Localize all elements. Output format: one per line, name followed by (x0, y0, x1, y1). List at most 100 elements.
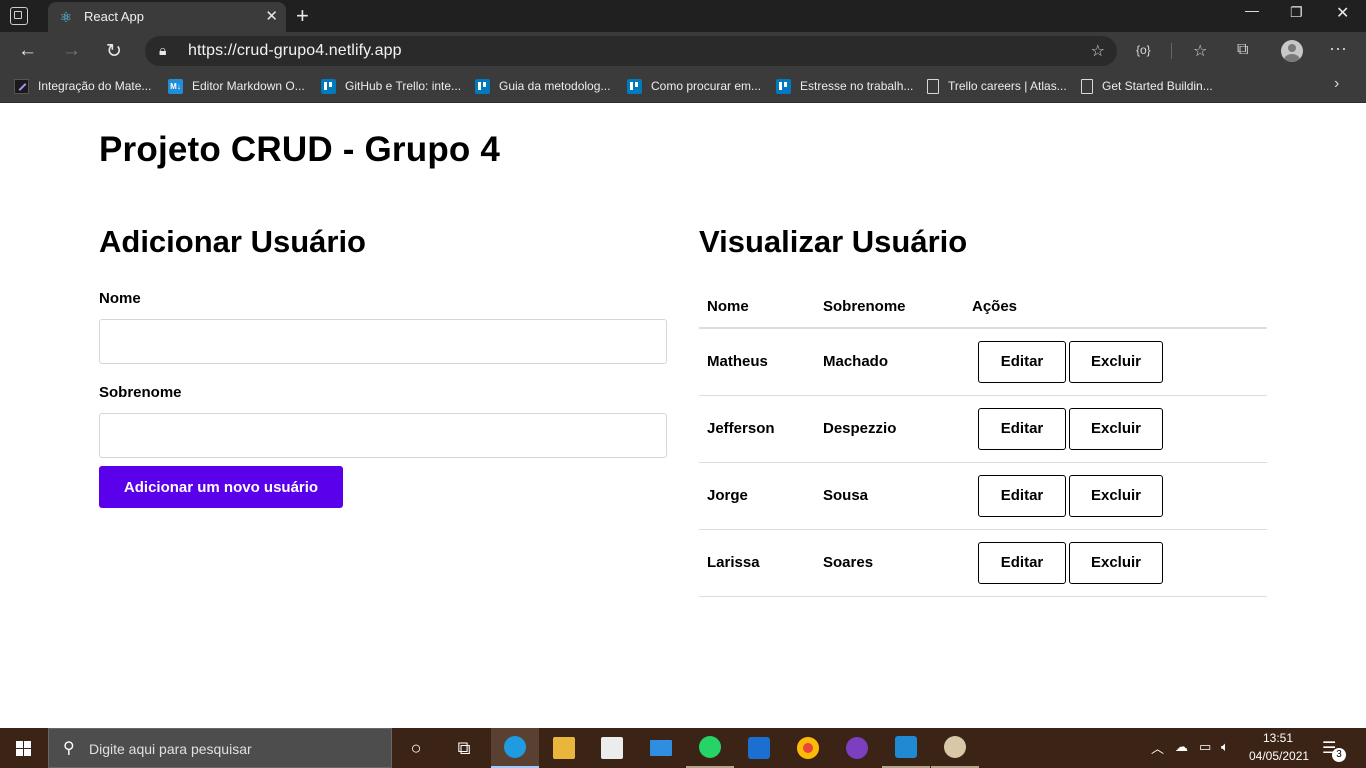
bookmark-label: Get Started Buildin... (1102, 79, 1213, 93)
nome-label: Nome (99, 290, 141, 307)
browser-titlebar: ⚛ React App ✕ + — ❐ ✕ (0, 0, 1366, 32)
tab-title: React App (84, 9, 144, 24)
extension-icon[interactable]: {o} (1136, 43, 1151, 57)
table-row: Larissa Soares Editar Excluir (699, 529, 1267, 597)
bookmark-label: GitHub e Trello: inte... (345, 79, 462, 93)
store-icon[interactable] (588, 728, 636, 768)
edge-icon[interactable] (491, 728, 539, 768)
page-icon (927, 78, 939, 94)
cell-nome: Matheus (699, 328, 815, 396)
network-icon[interactable]: ▭ (1199, 739, 1211, 755)
add-favorite-icon[interactable]: ☆ (1091, 41, 1105, 61)
edit-button[interactable]: Editar (978, 474, 1066, 517)
vscode-icon[interactable] (882, 728, 930, 768)
add-user-heading: Adicionar Usuário (99, 224, 366, 259)
tab-actions-icon[interactable] (10, 7, 28, 25)
clock-date[interactable]: 04/05/2021 (1249, 749, 1309, 763)
trello-icon (321, 78, 336, 94)
trello-icon (627, 78, 642, 94)
bookmark-label: Editor Markdown O... (192, 79, 305, 93)
windows-start-icon[interactable] (0, 728, 48, 768)
bookmark-item[interactable]: Trello careers | Atlas... (927, 76, 1067, 96)
sobrenome-label: Sobrenome (99, 384, 182, 401)
page-title: Projeto CRUD - Grupo 4 (99, 130, 501, 169)
cell-sobrenome: Sousa (815, 462, 964, 530)
add-user-button[interactable]: Adicionar um novo usuário (99, 466, 343, 508)
bookmark-item[interactable]: Estresse no trabalh... (776, 76, 913, 96)
video-editor-icon[interactable] (735, 728, 783, 768)
forward-arrow-icon[interactable]: → (62, 40, 81, 62)
github-desktop-icon[interactable] (833, 728, 881, 768)
delete-button[interactable]: Excluir (1069, 407, 1163, 450)
delete-button[interactable]: Excluir (1069, 340, 1163, 383)
column-header-nome: Nome (699, 286, 815, 329)
back-arrow-icon[interactable]: ← (18, 40, 37, 62)
address-bar[interactable]: 🔒︎ https://crud-grupo4.netlify.app ☆ (145, 36, 1117, 66)
bookmark-item[interactable]: Como procurar em... (627, 76, 761, 96)
column-header-sobrenome: Sobrenome (815, 286, 964, 329)
sobrenome-input[interactable] (99, 413, 667, 458)
page-icon (1081, 78, 1093, 94)
paint-icon[interactable] (931, 728, 979, 768)
cell-actions: Editar Excluir (964, 395, 1267, 463)
clock-time[interactable]: 13:51 (1263, 731, 1293, 745)
onedrive-icon[interactable]: ☁ (1175, 739, 1188, 755)
mate-icon (14, 78, 29, 94)
tab-close-icon[interactable]: ✕ (265, 7, 278, 25)
lock-icon[interactable]: 🔒︎ (159, 42, 166, 59)
restore-icon[interactable]: ❐ (1290, 4, 1303, 21)
delete-button[interactable]: Excluir (1069, 474, 1163, 517)
edit-button[interactable]: Editar (978, 407, 1066, 450)
bookmark-label: Como procurar em... (651, 79, 762, 93)
chevron-right-icon[interactable]: › (1334, 75, 1339, 93)
bookmark-label: Estresse no trabalh... (800, 79, 914, 93)
file-explorer-icon[interactable] (540, 728, 588, 768)
window-close-icon[interactable]: ✕ (1336, 3, 1349, 23)
more-options-icon[interactable]: ··· (1329, 38, 1347, 59)
react-favicon-icon: ⚛ (59, 9, 73, 25)
notification-count-badge: 3 (1332, 748, 1346, 762)
cell-actions: Editar Excluir (964, 328, 1267, 396)
tray-expand-icon[interactable]: ︿ (1151, 738, 1164, 757)
cell-sobrenome: Machado (815, 328, 964, 396)
users-table: Nome Sobrenome Ações Matheus Machado Edi… (699, 286, 1267, 597)
browser-toolbar: ← → ↻ 🔒︎ https://crud-grupo4.netlify.app… (0, 32, 1366, 70)
bookmark-item[interactable]: M↓ Editor Markdown O... (168, 76, 305, 96)
whatsapp-icon[interactable] (686, 728, 734, 768)
favorites-icon[interactable]: ☆ (1193, 41, 1207, 61)
taskbar: ⚲ Digite aqui para pesquisar ○ ⧉ ︿ ☁ ▭ 🔈… (0, 728, 1366, 768)
chrome-icon[interactable] (784, 728, 832, 768)
cortana-icon[interactable]: ○ (392, 728, 440, 768)
collections-icon[interactable]: ⧉ (1237, 41, 1248, 59)
url-text[interactable]: https://crud-grupo4.netlify.app (188, 42, 402, 60)
bookmark-item[interactable]: GitHub e Trello: inte... (321, 76, 461, 96)
browser-tab[interactable]: ⚛ React App ✕ (48, 2, 286, 32)
nome-input[interactable] (99, 319, 667, 364)
cell-nome: Jorge (699, 462, 815, 530)
bookmark-item[interactable]: Guia da metodolog... (475, 76, 610, 96)
minimize-icon[interactable]: — (1245, 2, 1259, 18)
bookmark-item[interactable]: Integração do Mate... (14, 76, 151, 96)
search-placeholder: Digite aqui para pesquisar (89, 741, 252, 757)
trello-icon (475, 78, 490, 94)
mail-icon[interactable] (637, 728, 685, 768)
cell-sobrenome: Despezzio (815, 395, 964, 463)
edit-button[interactable]: Editar (978, 340, 1066, 383)
column-header-acoes: Ações (964, 286, 1267, 329)
bookmark-label: Trello careers | Atlas... (948, 79, 1067, 93)
taskbar-search-box[interactable]: ⚲ Digite aqui para pesquisar (48, 728, 392, 768)
new-tab-icon[interactable]: + (296, 3, 309, 29)
table-row: Matheus Machado Editar Excluir (699, 328, 1267, 396)
edit-button[interactable]: Editar (978, 541, 1066, 584)
bookmarks-bar: Integração do Mate... M↓ Editor Markdown … (0, 70, 1366, 103)
delete-button[interactable]: Excluir (1069, 541, 1163, 584)
bookmark-item[interactable]: Get Started Buildin... (1081, 76, 1213, 96)
table-row: Jefferson Despezzio Editar Excluir (699, 395, 1267, 463)
cell-nome: Jefferson (699, 395, 815, 463)
toolbar-divider (1171, 43, 1172, 59)
profile-avatar-icon[interactable] (1281, 40, 1303, 62)
refresh-icon[interactable]: ↻ (106, 40, 122, 63)
volume-icon[interactable]: 🔈︎ (1221, 739, 1229, 755)
task-view-icon[interactable]: ⧉ (440, 728, 488, 768)
view-users-heading: Visualizar Usuário (699, 224, 968, 259)
